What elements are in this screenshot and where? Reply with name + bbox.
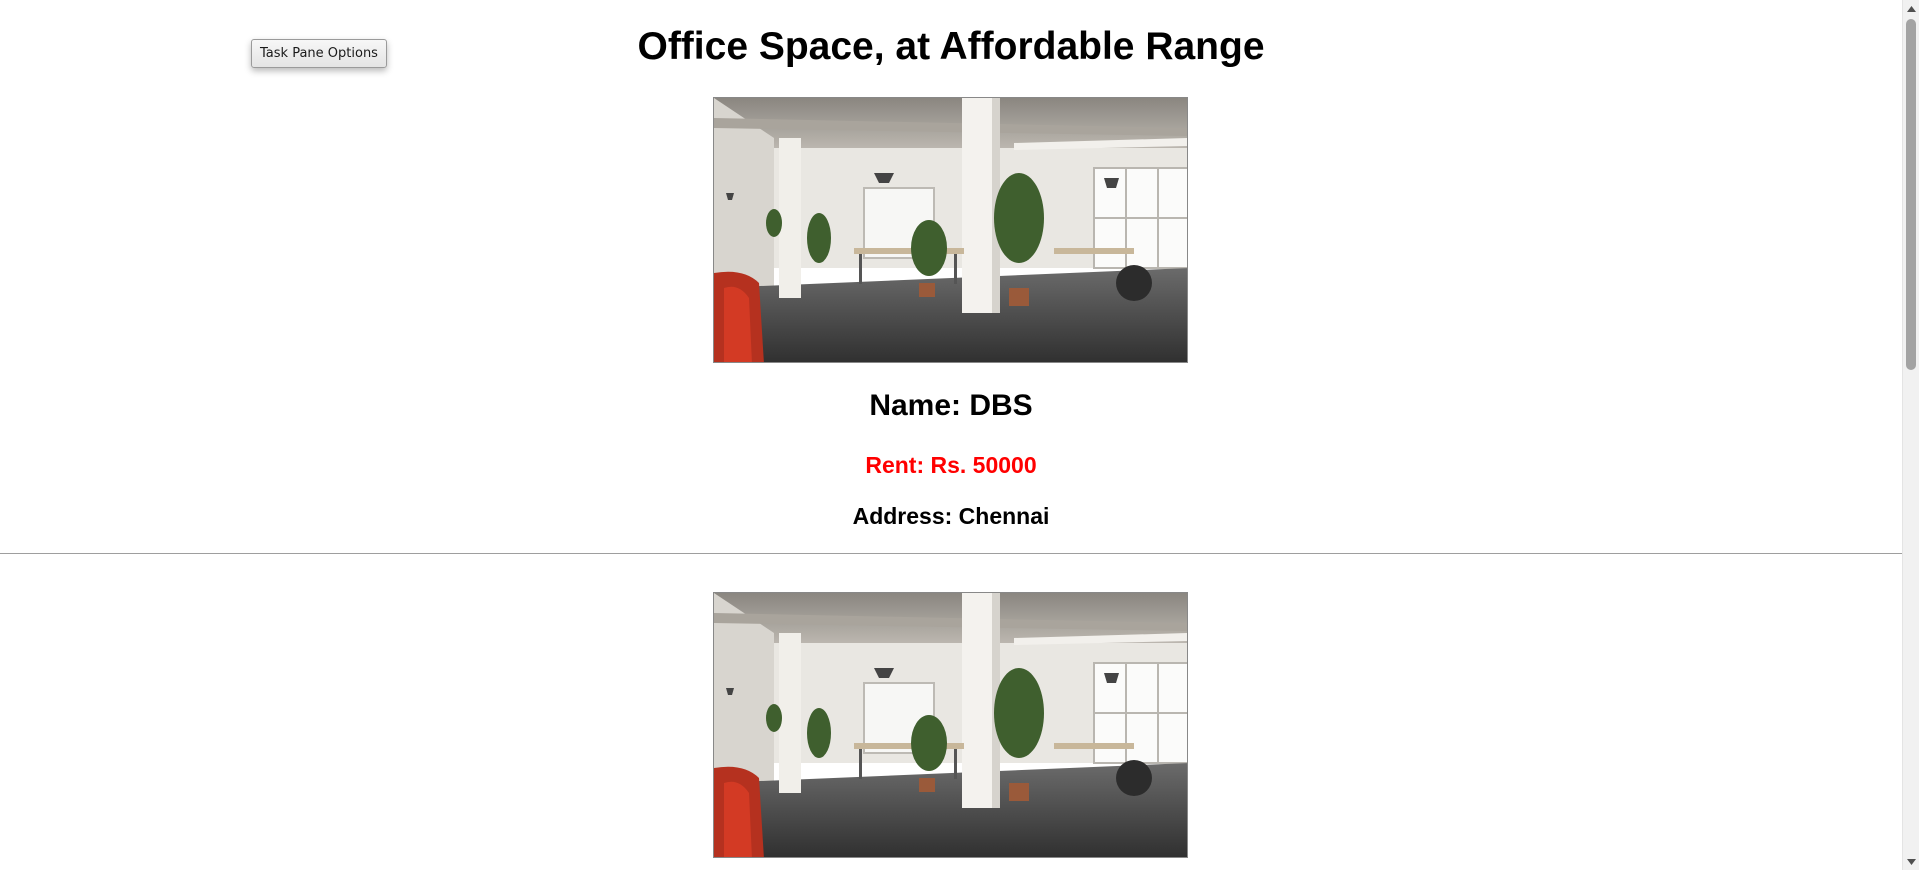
scroll-down-button[interactable] bbox=[1903, 853, 1919, 870]
listing-address: Address: Chennai bbox=[852, 503, 1050, 529]
page-content: Task Pane Options Office Space, at Affor… bbox=[0, 0, 1902, 870]
office-listing-image bbox=[713, 592, 1188, 858]
listing-divider bbox=[0, 553, 1902, 554]
office-listing-image bbox=[713, 97, 1188, 363]
scroll-up-button[interactable] bbox=[1903, 0, 1919, 17]
vertical-scrollbar[interactable] bbox=[1902, 0, 1919, 870]
listing-rent: Rent: Rs. 50000 bbox=[865, 452, 1037, 478]
page-title: Office Space, at Affordable Range bbox=[637, 25, 1265, 68]
scrollbar-thumb[interactable] bbox=[1906, 19, 1916, 370]
office-photo bbox=[714, 98, 1188, 363]
triangle-down-icon bbox=[1906, 858, 1916, 865]
triangle-up-icon bbox=[1906, 5, 1916, 12]
office-photo bbox=[714, 593, 1188, 858]
browser-viewport: Task Pane Options Office Space, at Affor… bbox=[0, 0, 1919, 870]
listing-name: Name: DBS bbox=[869, 389, 1033, 422]
